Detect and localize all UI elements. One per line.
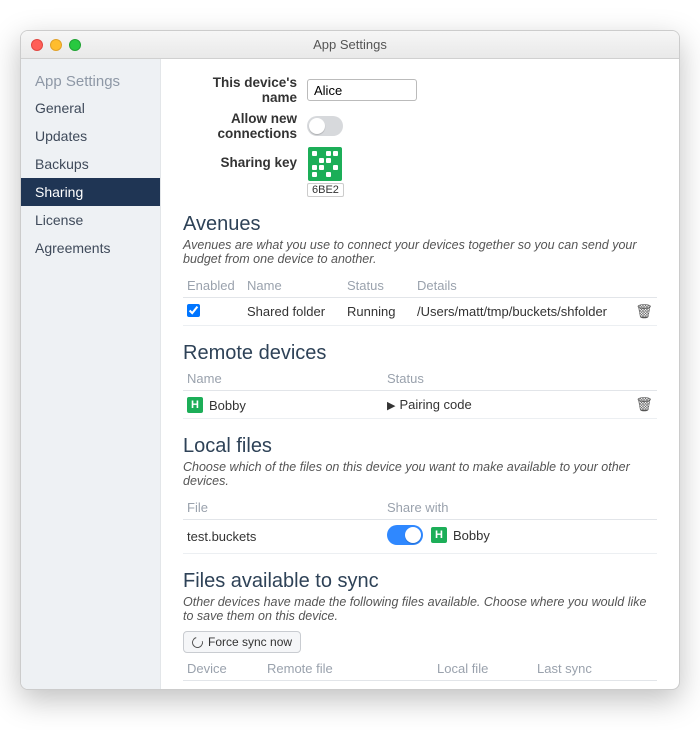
app-window: App Settings App Settings General Update… <box>20 30 680 690</box>
remote-table: Name Status H Bobby ▶ Pairing code 🗑 <box>183 367 657 419</box>
local-table: File Share with test.buckets H Bobby <box>183 496 657 554</box>
device-name-label: This device's name <box>183 75 307 105</box>
sidebar-item-sharing[interactable]: Sharing <box>21 178 160 206</box>
col-enabled: Enabled <box>183 274 243 298</box>
share-toggle[interactable] <box>387 525 423 545</box>
col-share: Share with <box>383 496 657 520</box>
table-row: H Bobby ▶ Pairing code 🗑 <box>183 391 657 419</box>
qr-icon <box>308 147 342 181</box>
device-icon: H <box>187 397 203 413</box>
col-remote: Remote file <box>263 657 433 681</box>
table-row: Shared folder Running /Users/matt/tmp/bu… <box>183 298 657 326</box>
sidebar-item-updates[interactable]: Updates <box>21 122 160 150</box>
allow-connections-toggle[interactable] <box>307 116 343 136</box>
device-icon: H <box>431 527 447 543</box>
sidebar-item-license[interactable]: License <box>21 206 160 234</box>
col-name: Name <box>243 274 343 298</box>
sync-remote: test_from_alice.buckets <box>263 681 433 690</box>
sharing-key: 6BE2 <box>307 147 344 197</box>
sync-last: Jan 3, 2024 3:57 PM <box>533 681 631 690</box>
local-heading: Local files <box>183 435 657 458</box>
sync-table: Device Remote file Local file Last sync … <box>183 657 657 689</box>
col-details: Details <box>413 274 631 298</box>
sync-local: test.buckets <box>433 681 533 690</box>
sync-desc: Other devices have made the following fi… <box>183 595 657 623</box>
share-with-name: Bobby <box>453 528 490 543</box>
force-sync-button[interactable]: Force sync now <box>183 631 301 653</box>
table-row: test.buckets H Bobby <box>183 520 657 554</box>
remote-status: Pairing code <box>399 397 471 412</box>
avenue-details: /Users/matt/tmp/buckets/shfolder <box>413 298 631 326</box>
local-file: test.buckets <box>183 520 383 554</box>
remote-device-name: Bobby <box>209 398 246 413</box>
col-local: Local file <box>433 657 533 681</box>
main-content: This device's name Allow new connections… <box>161 59 679 689</box>
sharing-key-label: Sharing key <box>183 147 307 170</box>
sidebar-item-agreements[interactable]: Agreements <box>21 234 160 262</box>
sidebar-item-general[interactable]: General <box>21 94 160 122</box>
window-title: App Settings <box>21 37 679 52</box>
local-desc: Choose which of the files on this device… <box>183 460 657 488</box>
force-sync-label: Force sync now <box>208 635 292 649</box>
col-rname: Name <box>183 367 383 391</box>
avenues-table: Enabled Name Status Details Shared folde… <box>183 274 657 326</box>
avenues-heading: Avenues <box>183 213 657 236</box>
allow-connections-label: Allow new connections <box>183 111 307 141</box>
avenue-status: Running <box>343 298 413 326</box>
sidebar-header: App Settings <box>21 65 160 94</box>
sidebar: App Settings General Updates Backups Sha… <box>21 59 161 689</box>
col-status: Status <box>343 274 413 298</box>
col-rstatus: Status <box>383 367 631 391</box>
avenue-name: Shared folder <box>243 298 343 326</box>
table-row: HBobby test_from_alice.buckets test.buck… <box>183 681 657 690</box>
remote-heading: Remote devices <box>183 342 657 365</box>
sidebar-item-backups[interactable]: Backups <box>21 150 160 178</box>
refresh-icon <box>190 634 205 649</box>
play-icon[interactable]: ▶ <box>387 400 395 412</box>
device-name-input[interactable] <box>307 79 417 101</box>
sync-heading: Files available to sync <box>183 570 657 593</box>
col-file: File <box>183 496 383 520</box>
trash-icon[interactable]: 🗑 <box>635 396 653 412</box>
avenue-enabled-checkbox[interactable] <box>187 304 200 317</box>
sharing-key-code: 6BE2 <box>307 183 344 197</box>
col-device: Device <box>183 657 263 681</box>
titlebar[interactable]: App Settings <box>21 31 679 59</box>
col-last: Last sync <box>533 657 631 681</box>
avenues-desc: Avenues are what you use to connect your… <box>183 238 657 266</box>
trash-icon[interactable]: 🗑 <box>635 303 653 319</box>
